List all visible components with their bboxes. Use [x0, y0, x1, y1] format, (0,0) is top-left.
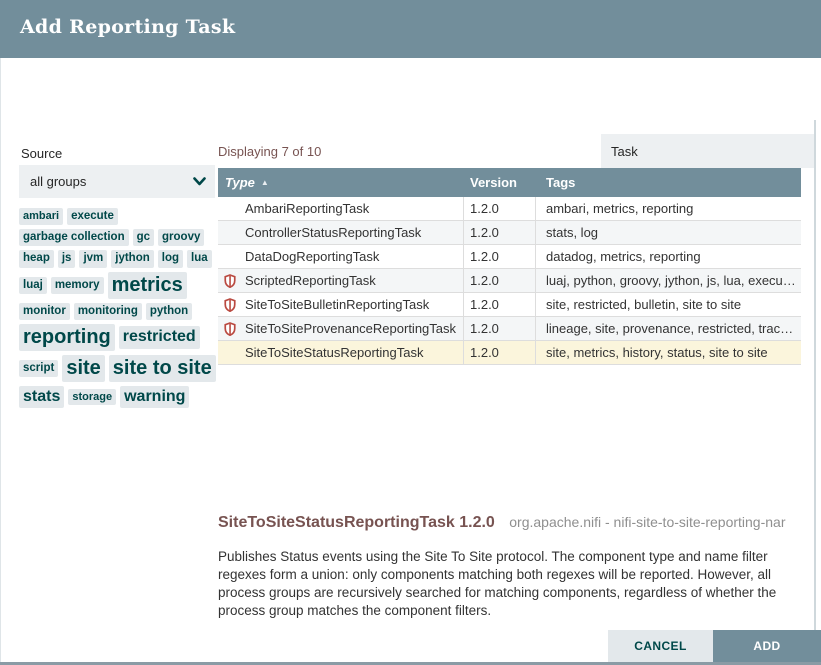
sort-ascending-icon: ▲ — [261, 178, 269, 187]
tag-chip-garbage-collection[interactable]: garbage collection — [19, 229, 129, 246]
task-type-name: SiteToSiteStatusReportingTask — [245, 345, 423, 360]
tag-chip-groovy[interactable]: groovy — [158, 229, 204, 246]
table-row[interactable]: AmbariReportingTask 1.2.0ambari, metrics,… — [218, 197, 801, 221]
restricted-shield-icon — [224, 298, 245, 312]
cell-version: 1.2.0 — [464, 197, 536, 220]
restricted-shield-icon — [224, 322, 245, 336]
restricted-shield-icon — [224, 274, 245, 288]
table-row[interactable]: SiteToSiteProvenanceReportingTask 1.2.0li… — [218, 317, 801, 341]
add-button[interactable]: ADD — [713, 630, 821, 662]
column-header-tags[interactable]: Tags — [536, 175, 801, 190]
cell-tags: site, metrics, history, status, site to … — [536, 345, 801, 360]
tag-chip-storage[interactable]: storage — [68, 389, 116, 406]
cell-type: DataDogReportingTask — [218, 245, 464, 268]
tag-chip-execute[interactable]: execute — [67, 208, 118, 225]
add-reporting-task-dialog: Add Reporting Task Source all groups amb… — [0, 0, 821, 665]
cell-version: 1.2.0 — [464, 293, 536, 316]
task-type-name: DataDogReportingTask — [245, 249, 379, 264]
cell-version: 1.2.0 — [464, 317, 536, 340]
selected-task-title: SiteToSiteStatusReportingTask 1.2.0 — [218, 514, 495, 531]
task-type-name: AmbariReportingTask — [245, 201, 369, 216]
tag-chip-python[interactable]: python — [146, 303, 192, 320]
task-type-name: ScriptedReportingTask — [245, 273, 376, 288]
filter-input[interactable] — [601, 134, 815, 168]
tag-chip-jython[interactable]: jython — [111, 250, 154, 267]
tag-chip-heap[interactable]: heap — [19, 250, 54, 267]
cell-version: 1.2.0 — [464, 221, 536, 244]
table-body: AmbariReportingTask1.2.0ambari, metrics,… — [218, 197, 801, 365]
reporting-task-table: Type ▲ Version Tags AmbariReportingTask 1… — [218, 168, 801, 365]
task-type-name: SiteToSiteProvenanceReportingTask — [245, 321, 456, 336]
cell-tags: stats, log — [536, 225, 801, 240]
source-label: Source — [21, 146, 62, 161]
cell-tags: lineage, site, provenance, restricted, t… — [536, 321, 801, 336]
tag-chip-log[interactable]: log — [158, 250, 183, 267]
source-dropdown[interactable]: all groups — [19, 165, 215, 198]
table-row[interactable]: SiteToSiteBulletinReportingTask 1.2.0site… — [218, 293, 801, 317]
task-type-name: SiteToSiteBulletinReportingTask — [245, 297, 429, 312]
cell-version: 1.2.0 — [464, 245, 536, 268]
tag-chip-metrics[interactable]: metrics — [108, 272, 187, 299]
cell-version: 1.2.0 — [464, 341, 536, 364]
cell-tags: luaj, python, groovy, jython, js, lua, e… — [536, 273, 801, 288]
column-header-version[interactable]: Version — [464, 175, 536, 190]
chevron-down-icon — [193, 177, 206, 186]
cell-type: SiteToSiteBulletinReportingTask — [218, 293, 464, 316]
selected-task-description: Publishes Status events using the Site T… — [218, 548, 804, 620]
cell-version: 1.2.0 — [464, 269, 536, 292]
table-row[interactable]: ControllerStatusReportingTask 1.2.0stats,… — [218, 221, 801, 245]
dialog-title: Add Reporting Task — [20, 16, 235, 38]
tag-chip-restricted[interactable]: restricted — [119, 326, 200, 348]
dialog-scrollbar[interactable] — [814, 120, 816, 665]
task-type-name: ControllerStatusReportingTask — [245, 225, 421, 240]
cell-type: SiteToSiteProvenanceReportingTask — [218, 317, 464, 340]
table-row[interactable]: ScriptedReportingTask 1.2.0luaj, python, … — [218, 269, 801, 293]
tag-chip-site-to-site[interactable]: site to site — [109, 355, 216, 382]
dialog-header: Add Reporting Task — [0, 0, 821, 58]
column-header-type[interactable]: Type ▲ — [218, 175, 464, 190]
tag-chip-gc[interactable]: gc — [133, 229, 154, 246]
cell-type: ScriptedReportingTask — [218, 269, 464, 292]
tag-chip-memory[interactable]: memory — [51, 277, 104, 294]
tag-chip-monitor[interactable]: monitor — [19, 303, 70, 320]
table-header: Type ▲ Version Tags — [218, 168, 801, 197]
tag-chip-lua[interactable]: lua — [187, 250, 212, 267]
cell-tags: site, restricted, bulletin, site to site — [536, 297, 801, 312]
cell-type: ControllerStatusReportingTask — [218, 221, 464, 244]
tag-chip-ambari[interactable]: ambari — [19, 208, 63, 225]
selected-task-detail: SiteToSiteStatusReportingTask 1.2.0 org.… — [218, 514, 808, 532]
table-row[interactable]: SiteToSiteStatusReportingTask 1.2.0site, … — [218, 341, 801, 365]
cell-type: AmbariReportingTask — [218, 197, 464, 220]
column-header-type-label: Type — [225, 175, 255, 190]
tag-chip-luaj[interactable]: luaj — [19, 277, 47, 294]
tag-chip-warning[interactable]: warning — [120, 386, 189, 408]
tag-chip-jvm[interactable]: jvm — [79, 250, 107, 267]
source-dropdown-value: all groups — [30, 174, 86, 189]
cell-type: SiteToSiteStatusReportingTask — [218, 341, 464, 364]
cancel-button[interactable]: CANCEL — [608, 630, 713, 662]
table-row[interactable]: DataDogReportingTask 1.2.0datadog, metric… — [218, 245, 801, 269]
cell-tags: ambari, metrics, reporting — [536, 201, 801, 216]
displaying-count: Displaying 7 of 10 — [218, 144, 321, 159]
dialog-body: Source all groups ambariexecute garbage c… — [0, 58, 821, 662]
tag-cloud: ambariexecute garbage collectiongcgroovy h… — [19, 208, 219, 408]
cell-tags: datadog, metrics, reporting — [536, 249, 801, 264]
tag-chip-js[interactable]: js — [58, 250, 76, 267]
tag-chip-script[interactable]: script — [19, 360, 58, 377]
selected-task-bundle: org.apache.nifi - nifi-site-to-site-repo… — [509, 514, 785, 530]
tag-chip-site[interactable]: site — [62, 355, 104, 382]
tag-chip-stats[interactable]: stats — [19, 386, 64, 408]
tag-chip-monitoring[interactable]: monitoring — [74, 303, 142, 320]
tag-chip-reporting[interactable]: reporting — [19, 324, 115, 351]
